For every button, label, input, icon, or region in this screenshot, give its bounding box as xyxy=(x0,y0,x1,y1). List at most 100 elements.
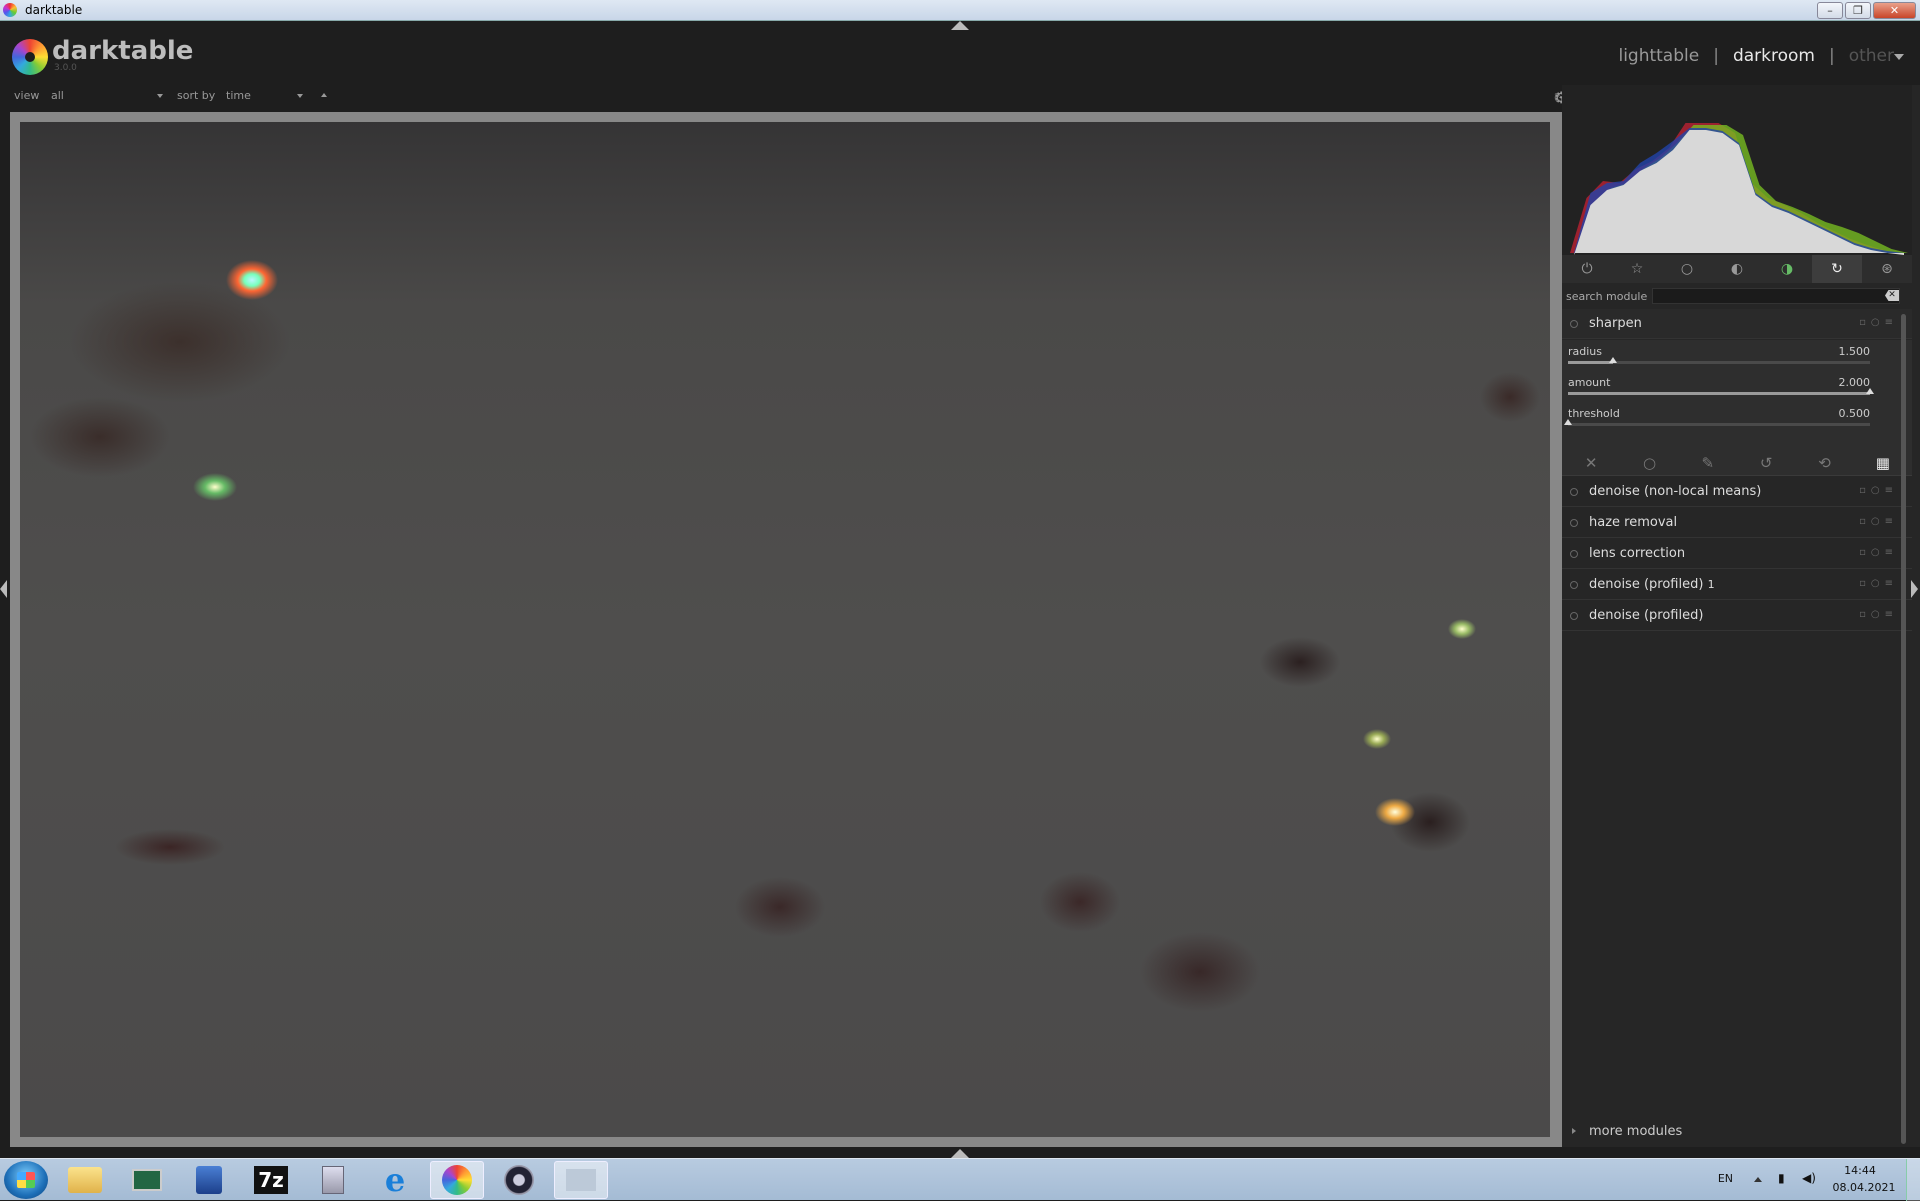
module-actions-icon[interactable]: ▫○≡ xyxy=(1859,485,1898,496)
power-icon[interactable] xyxy=(1570,581,1578,589)
photo-preview[interactable] xyxy=(20,122,1550,1137)
favorite-star-icon[interactable]: ☆ xyxy=(1612,255,1662,283)
module-haze-removal[interactable]: haze removal ▫○≡ xyxy=(1562,508,1912,538)
internet-explorer-icon[interactable]: e xyxy=(368,1161,422,1199)
slider-radius[interactable]: radius 1.500 xyxy=(1568,345,1870,370)
chevron-down-icon[interactable] xyxy=(157,94,163,98)
module-groups: ⏻ ☆ ○ ◐ ◑ ↻ ⊛ xyxy=(1562,255,1912,283)
view-separator: | xyxy=(1713,46,1719,66)
module-actions-icon[interactable]: ▫○≡ xyxy=(1859,317,1898,328)
power-icon[interactable] xyxy=(1570,488,1578,496)
close-button[interactable]: ✕ xyxy=(1873,2,1916,19)
clock-time[interactable]: 14:44 xyxy=(1830,1164,1890,1177)
blend-uniform-icon[interactable]: ○ xyxy=(1620,450,1678,475)
sharpen-params: radius 1.500 amount 2.000 threshold 0.50… xyxy=(1562,340,1912,450)
show-desktop-button[interactable] xyxy=(1906,1159,1920,1201)
bottom-panel-collapse-arrow[interactable] xyxy=(951,1149,969,1158)
view-label: view xyxy=(14,89,40,102)
top-panel-collapse-arrow[interactable] xyxy=(951,21,969,30)
power-icon[interactable] xyxy=(1570,612,1578,620)
module-denoise-profiled[interactable]: denoise (profiled) ▫○≡ xyxy=(1562,601,1912,631)
module-sharpen[interactable]: sharpen ▫○≡ xyxy=(1562,309,1912,339)
start-button[interactable] xyxy=(4,1161,48,1199)
logo-version: 3.0.0 xyxy=(54,63,77,73)
module-name: denoise (non-local means) xyxy=(1589,484,1762,499)
window-title: darktable xyxy=(25,3,83,17)
app-blank-icon[interactable] xyxy=(554,1161,608,1199)
power-icon[interactable] xyxy=(1570,550,1578,558)
language-indicator[interactable]: EN xyxy=(1718,1172,1733,1185)
slider-label: threshold xyxy=(1568,407,1620,420)
drawn-parametric-mask-icon[interactable]: ⟲ xyxy=(1795,450,1853,475)
taskbar: 7z e EN ▮ ◀) 14:44 08.04.2021 xyxy=(0,1158,1920,1201)
slider-label: radius xyxy=(1568,345,1603,358)
blend-off-icon[interactable]: ✕ xyxy=(1562,450,1620,475)
sort-label: sort by xyxy=(177,89,216,102)
drawn-mask-icon[interactable]: ✎ xyxy=(1679,450,1737,475)
basic-circle-icon[interactable]: ○ xyxy=(1662,255,1712,283)
effect-icon[interactable]: ⊛ xyxy=(1862,255,1912,283)
network-icon[interactable]: ▮ xyxy=(1778,1171,1792,1185)
minimize-button[interactable]: – xyxy=(1817,2,1843,19)
darktable-logo-icon xyxy=(12,39,48,75)
power-icon[interactable] xyxy=(1570,519,1578,527)
module-lens-correction[interactable]: lens correction ▫○≡ xyxy=(1562,539,1912,569)
slider-handle[interactable] xyxy=(1866,388,1874,394)
module-actions-icon[interactable]: ▫○≡ xyxy=(1859,609,1898,620)
view-dropdown[interactable]: all xyxy=(51,89,64,102)
module-denoise-nlm[interactable]: denoise (non-local means) ▫○≡ xyxy=(1562,477,1912,507)
darktable-app-icon xyxy=(3,3,17,17)
calculator-icon[interactable] xyxy=(306,1161,360,1199)
module-actions-icon[interactable]: ▫○≡ xyxy=(1859,578,1898,589)
instance-number: 1 xyxy=(1707,578,1715,591)
more-modules-label: more modules xyxy=(1589,1124,1683,1139)
module-actions-icon[interactable]: ▫○≡ xyxy=(1859,547,1898,558)
explorer-icon[interactable] xyxy=(58,1161,112,1199)
slider-value: 0.500 xyxy=(1838,407,1871,420)
remote-desktop-icon[interactable] xyxy=(120,1161,174,1199)
right-panel-scrollbar[interactable] xyxy=(1901,314,1906,1144)
slider-amount[interactable]: amount 2.000 xyxy=(1568,376,1874,401)
slider-handle[interactable] xyxy=(1564,419,1572,425)
window-titlebar: darktable – ❐ ✕ xyxy=(0,0,1920,21)
image-canvas[interactable] xyxy=(10,112,1562,1147)
clock-date[interactable]: 08.04.2021 xyxy=(1830,1181,1898,1194)
search-label: search module xyxy=(1566,290,1648,303)
sort-order-icon[interactable] xyxy=(321,93,327,97)
7zip-icon[interactable]: 7z xyxy=(244,1161,298,1199)
more-modules[interactable]: more modules xyxy=(1562,1119,1912,1145)
left-panel-expand-arrow[interactable] xyxy=(0,580,7,598)
window-controls: – ❐ ✕ xyxy=(1817,2,1916,19)
power-icon[interactable]: ⏻ xyxy=(1562,255,1612,283)
view-switcher: lighttable | darkroom | other xyxy=(1618,46,1894,66)
search-input[interactable] xyxy=(1652,288,1900,304)
tone-icon[interactable]: ◐ xyxy=(1712,255,1762,283)
module-denoise-profiled-1[interactable]: denoise (profiled) 1 ▫○≡ xyxy=(1562,570,1912,600)
slider-threshold[interactable]: threshold 0.500 xyxy=(1564,407,1871,432)
power-icon[interactable] xyxy=(1570,320,1578,328)
chevron-down-icon[interactable] xyxy=(1894,54,1904,60)
correct-icon[interactable]: ↻ xyxy=(1812,255,1862,283)
app-circle-icon[interactable] xyxy=(492,1161,546,1199)
restore-button[interactable]: ❐ xyxy=(1845,2,1871,19)
right-panel-expand-arrow[interactable] xyxy=(1911,580,1918,598)
volume-icon[interactable]: ◀) xyxy=(1802,1171,1816,1185)
module-name: sharpen xyxy=(1589,316,1642,331)
view-darkroom[interactable]: darkroom xyxy=(1733,46,1815,66)
view-other[interactable]: other xyxy=(1849,46,1894,66)
tray-expand-icon[interactable] xyxy=(1754,1177,1762,1182)
darktable-taskbar-icon[interactable] xyxy=(430,1161,484,1199)
parametric-mask-icon[interactable]: ↺ xyxy=(1737,450,1795,475)
slider-handle[interactable] xyxy=(1609,357,1618,363)
color-icon[interactable]: ◑ xyxy=(1762,255,1812,283)
module-name: denoise (profiled) 1 xyxy=(1589,577,1715,592)
logo-name: darktable xyxy=(52,36,194,66)
app-header: darktable 3.0.0 lighttable | darkroom | … xyxy=(0,30,1920,85)
module-actions-icon[interactable]: ▫○≡ xyxy=(1859,516,1898,527)
computer-icon[interactable] xyxy=(182,1161,236,1199)
view-lighttable[interactable]: lighttable xyxy=(1618,46,1699,66)
sort-dropdown[interactable]: time xyxy=(226,89,251,102)
chevron-down-icon[interactable] xyxy=(297,94,303,98)
histogram[interactable] xyxy=(1562,85,1912,255)
slider-value: 1.500 xyxy=(1838,345,1871,358)
